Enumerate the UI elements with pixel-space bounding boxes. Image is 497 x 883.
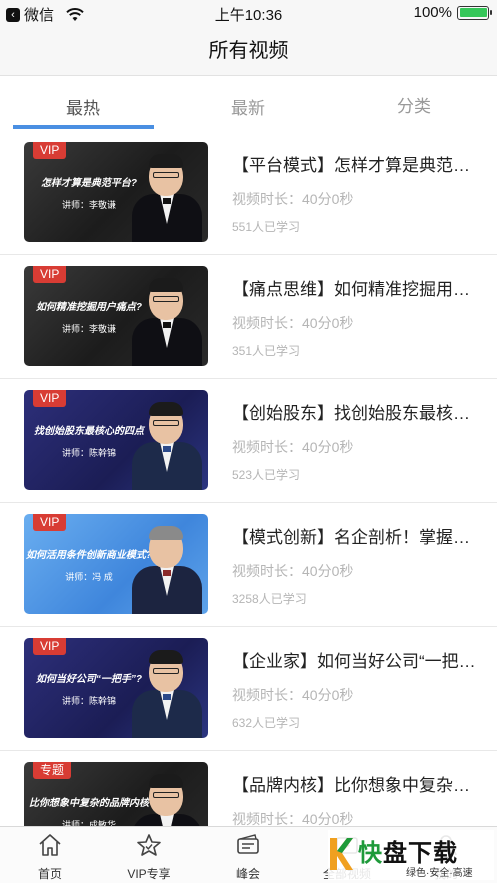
lecturer-photo — [132, 646, 202, 738]
learner-count: 523人已学习 — [232, 468, 301, 482]
tabbar-item-vip[interactable]: VIP专享 — [99, 833, 199, 882]
lecturer-photo — [132, 398, 202, 490]
video-thumbnail: VIP 怎样才算是典范平台? 讲师：李敬谦 — [24, 142, 208, 242]
topic-badge: 专题 — [33, 762, 72, 779]
tab-hottest[interactable]: 最热 — [13, 94, 153, 119]
video-thumbnail: VIP 如何活用条件创新商业模式? 讲师：冯 成 — [24, 514, 208, 614]
tabbar-label: 首页 — [37, 867, 62, 881]
video-thumbnail: VIP 如何当好公司“一把手”? 讲师：陈幹锦 — [24, 638, 208, 738]
watermark-logo: 快盘下载 绿色·安全·高速 — [328, 830, 494, 880]
video-title: 【创始股东】找创始股东最核心的四点 — [232, 404, 480, 423]
learner-count: 632人已学习 — [232, 716, 301, 730]
watermark-text: 快盘下载 — [358, 840, 458, 867]
video-title: 【模式创新】名企剖析！掌握商业模式 — [232, 528, 480, 547]
watermark-k-icon — [330, 838, 353, 870]
ticket-icon — [237, 834, 259, 854]
video-thumbnail: VIP 如何精准挖掘用户痛点? 讲师：李敬谦 — [24, 266, 208, 366]
lecturer-photo — [132, 522, 202, 614]
video-title: 【痛点思维】如何精准挖掘用户痛点？ — [232, 280, 480, 299]
video-duration: 视频时长：40分0秒 — [232, 315, 354, 331]
status-bar: ‹ 微信 上午10:36 100% — [0, 0, 497, 26]
lecturer-photo — [132, 274, 202, 366]
video-thumbnail: VIP 找创始股东最核心的四点 讲师：陈幹锦 — [24, 390, 208, 490]
list-item[interactable]: VIP 怎样才算是典范平台? 讲师：李敬谦 【平台模式】怎样才算是典范平台？ 视… — [0, 131, 497, 255]
learner-count: 351人已学习 — [232, 344, 301, 358]
active-tab-indicator — [13, 125, 154, 129]
vip-badge: VIP — [33, 390, 67, 407]
lecturer-photo — [132, 150, 202, 242]
star-icon — [137, 834, 161, 856]
tab-newest[interactable]: 最新 — [178, 94, 318, 119]
vip-badge: VIP — [33, 142, 67, 159]
list-item[interactable]: VIP 如何当好公司“一把手”? 讲师：陈幹锦 【企业家】如何当好公司“一把手”… — [0, 627, 497, 751]
list-item[interactable]: VIP 如何精准挖掘用户痛点? 讲师：李敬谦 【痛点思维】如何精准挖掘用户痛点？… — [0, 255, 497, 379]
tabbar-label: 峰会 — [235, 867, 260, 881]
tabbar-item-summit[interactable]: 峰会 — [198, 833, 298, 882]
battery-status: 100% — [413, 4, 492, 21]
video-duration: 视频时长：40分0秒 — [232, 439, 354, 455]
battery-icon — [457, 5, 492, 20]
video-duration: 视频时长：40分0秒 — [232, 191, 354, 207]
video-title: 【企业家】如何当好公司“一把手”？ — [232, 652, 480, 671]
video-duration: 视频时长：40分0秒 — [232, 687, 354, 703]
vip-badge: VIP — [33, 514, 67, 531]
list-item[interactable]: VIP 如何活用条件创新商业模式? 讲师：冯 成 【模式创新】名企剖析！掌握商业… — [0, 503, 497, 627]
vip-badge: VIP — [33, 266, 67, 283]
video-duration: 视频时长：40分0秒 — [232, 563, 354, 579]
home-icon — [39, 834, 61, 856]
learner-count: 551人已学习 — [232, 220, 301, 234]
tabbar-item-home[interactable]: 首页 — [0, 833, 100, 882]
tabbar-label: VIP专享 — [127, 867, 171, 881]
battery-percent: 100% — [413, 4, 452, 21]
video-title: 【品牌内核】比你想象中复杂的品牌内核 — [232, 776, 480, 795]
vip-badge: VIP — [33, 638, 67, 655]
page-title: 所有视频 — [208, 40, 289, 62]
filter-tabs: 最热 最新 分类 — [0, 77, 497, 131]
list-item[interactable]: VIP 找创始股东最核心的四点 讲师：陈幹锦 【创始股东】找创始股东最核心的四点… — [0, 379, 497, 503]
learner-count: 3258人已学习 — [232, 592, 307, 606]
navigation-bar: 所有视频 — [0, 26, 497, 76]
tab-category[interactable]: 分类 — [344, 92, 484, 117]
video-title: 【平台模式】怎样才算是典范平台？ — [232, 156, 480, 175]
watermark-slogan: 绿色·安全·高速 — [406, 868, 473, 879]
